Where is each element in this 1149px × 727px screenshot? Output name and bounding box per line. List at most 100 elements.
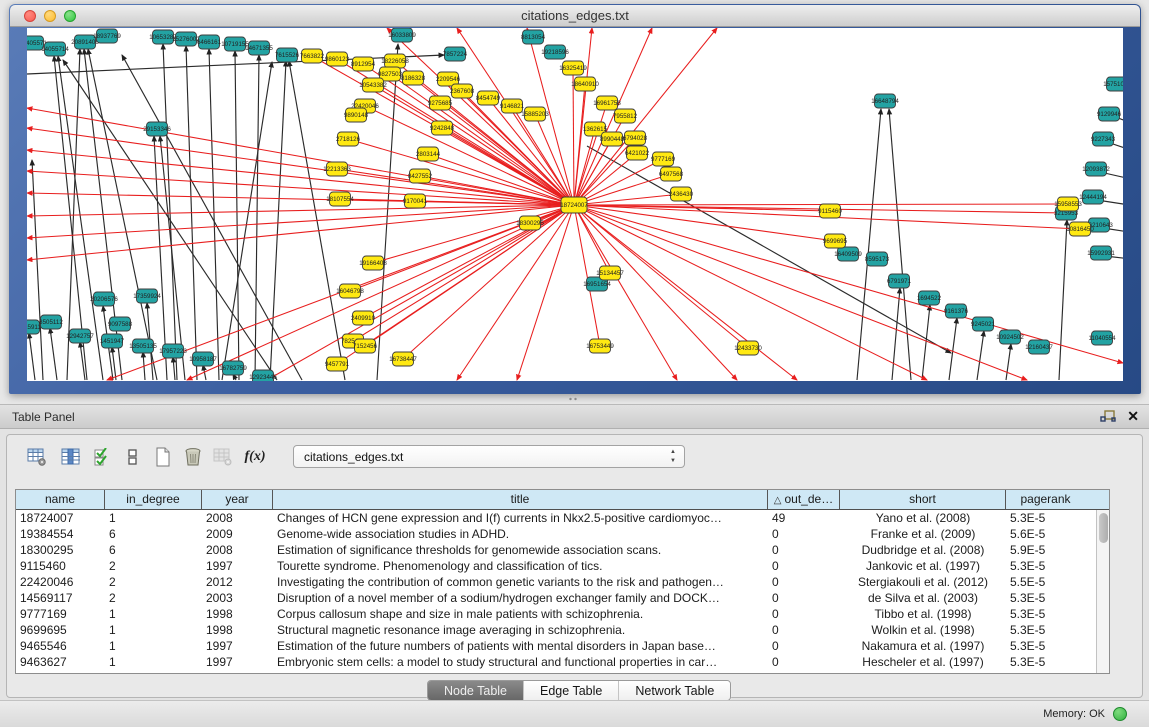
graph-node[interactable]: 9245021 bbox=[971, 317, 996, 331]
table-cell[interactable]: Tourette syndrome. Phenomenology and cla… bbox=[273, 558, 768, 574]
table-cell[interactable]: 2 bbox=[105, 590, 202, 606]
column-header-pagerank[interactable]: pagerank bbox=[1006, 490, 1085, 509]
graph-node[interactable]: 17359924 bbox=[133, 289, 161, 303]
graph-node[interactable]: 13505135 bbox=[129, 339, 157, 353]
table-cell[interactable]: 1997 bbox=[202, 638, 273, 654]
graph-node[interactable]: 7955812 bbox=[613, 109, 638, 123]
table-row[interactable]: 977716911998Corpus callosum shape and si… bbox=[16, 606, 1109, 622]
table-cell[interactable]: 9699695 bbox=[16, 622, 105, 638]
table-cell[interactable]: 1997 bbox=[202, 558, 273, 574]
table-cell[interactable]: Changes of HCN gene expression and I(f) … bbox=[273, 510, 768, 526]
table-cell[interactable]: Estimation of significance thresholds fo… bbox=[273, 542, 768, 558]
table-row[interactable]: 946362711997Embryonic stem cells: a mode… bbox=[16, 654, 1109, 670]
table-cell[interactable]: 5.3E-5 bbox=[1006, 654, 1085, 670]
table-cell[interactable]: 0 bbox=[768, 622, 840, 638]
graph-node[interactable]: 8813054 bbox=[521, 30, 546, 44]
table-cell[interactable]: 49 bbox=[768, 510, 840, 526]
graph-node[interactable]: 2803144 bbox=[416, 147, 441, 161]
table-cell[interactable]: 18724007 bbox=[16, 510, 105, 526]
graph-node[interactable]: 1451947 bbox=[100, 334, 125, 348]
table-cell[interactable]: 0 bbox=[768, 542, 840, 558]
table-cell[interactable]: 2 bbox=[105, 558, 202, 574]
panel-splitter[interactable] bbox=[0, 394, 1149, 404]
network-select[interactable]: citations_edges.txt ▲▼ bbox=[293, 445, 685, 468]
table-cell[interactable]: Yano et al. (2008) bbox=[840, 510, 1006, 526]
table-cell[interactable]: 5.3E-5 bbox=[1006, 638, 1085, 654]
graph-node[interactable]: 15958553 bbox=[1054, 197, 1082, 211]
graph-node[interactable]: 16961758 bbox=[593, 96, 621, 110]
column-header-out_de[interactable]: △out_de… bbox=[768, 490, 840, 509]
graph-node[interactable]: 16738447 bbox=[389, 352, 417, 366]
graph-node[interactable]: 8595173 bbox=[865, 252, 890, 266]
table-cell[interactable]: 5.6E-5 bbox=[1006, 526, 1085, 542]
table-cell[interactable]: 6 bbox=[105, 542, 202, 558]
graph-node[interactable]: 7857224 bbox=[443, 47, 468, 61]
graph-node[interactable]: 18937769 bbox=[93, 29, 121, 43]
graph-node[interactable]: 9129946 bbox=[1097, 107, 1122, 121]
table-cell[interactable]: 14569117 bbox=[16, 590, 105, 606]
graph-node[interactable]: 2367608 bbox=[450, 84, 475, 98]
table-cell[interactable]: 19384554 bbox=[16, 526, 105, 542]
column-header-name[interactable]: name bbox=[16, 490, 105, 509]
graph-node[interactable]: 16409509 bbox=[834, 247, 862, 261]
table-cell[interactable]: 9463627 bbox=[16, 654, 105, 670]
graph-node[interactable]: 12213363 bbox=[323, 162, 351, 176]
table-cell[interactable]: 0 bbox=[768, 638, 840, 654]
graph-node[interactable]: 6421022 bbox=[625, 146, 650, 160]
table-cell[interactable]: 0 bbox=[768, 590, 840, 606]
function-builder-icon[interactable]: f(x) bbox=[241, 443, 269, 471]
table-cell[interactable]: 18300295 bbox=[16, 542, 105, 558]
graph-node[interactable]: 8186328 bbox=[401, 71, 426, 85]
table-cell[interactable]: 2008 bbox=[202, 510, 273, 526]
table-cell[interactable]: 5.9E-5 bbox=[1006, 542, 1085, 558]
graph-node[interactable]: 8454749 bbox=[476, 91, 501, 105]
graph-node[interactable]: 9161376 bbox=[944, 304, 969, 318]
table-row[interactable]: 946554611997Estimation of the future num… bbox=[16, 638, 1109, 654]
float-panel-icon[interactable] bbox=[1100, 410, 1116, 424]
table-cell[interactable]: de Silva et al. (2003) bbox=[840, 590, 1006, 606]
graph-node[interactable]: 8427552 bbox=[408, 169, 433, 183]
table-cell[interactable]: Corpus callosum shape and size in male p… bbox=[273, 606, 768, 622]
table-cell[interactable]: Dudbridge et al. (2008) bbox=[840, 542, 1006, 558]
graph-node[interactable]: 2436430 bbox=[669, 187, 694, 201]
table-row[interactable]: 1938455462009Genome-wide association stu… bbox=[16, 526, 1109, 542]
table-cell[interactable]: 6 bbox=[105, 526, 202, 542]
graph-node[interactable]: 9457791 bbox=[325, 357, 350, 371]
graph-node[interactable]: 15134457 bbox=[596, 266, 624, 280]
graph-node[interactable]: 9699695 bbox=[823, 234, 848, 248]
table-cell[interactable]: Genome-wide association studies in ADHD. bbox=[273, 526, 768, 542]
graph-node[interactable]: 18300295 bbox=[516, 216, 544, 230]
table-cell[interactable]: Nakamura et al. (1997) bbox=[840, 638, 1006, 654]
graph-node[interactable]: 12093872 bbox=[1082, 162, 1110, 176]
graph-node[interactable]: 6497568 bbox=[659, 167, 684, 181]
table-cell[interactable]: 9777169 bbox=[16, 606, 105, 622]
table-cell[interactable]: 1 bbox=[105, 622, 202, 638]
graph-node[interactable]: 16648794 bbox=[871, 94, 899, 108]
table-cell[interactable]: Structural magnetic resonance image aver… bbox=[273, 622, 768, 638]
table-cell[interactable]: 5.5E-5 bbox=[1006, 574, 1085, 590]
graph-node[interactable]: 16033809 bbox=[388, 28, 416, 42]
table-row[interactable]: 911546021997Tourette syndrome. Phenomeno… bbox=[16, 558, 1109, 574]
graph-node[interactable]: 19166408 bbox=[359, 256, 387, 270]
table-cell[interactable]: 5.3E-5 bbox=[1006, 510, 1085, 526]
table-cell[interactable]: Franke et al. (2009) bbox=[840, 526, 1006, 542]
tab-node-table[interactable]: Node Table bbox=[428, 681, 524, 700]
graph-node[interactable]: 6791971 bbox=[887, 274, 912, 288]
graph-node[interactable]: 17957223 bbox=[159, 344, 187, 358]
table-row[interactable]: 969969511998Structural magnetic resonanc… bbox=[16, 622, 1109, 638]
graph-node[interactable]: 8505112 bbox=[39, 315, 63, 329]
graph-node[interactable]: 7615526 bbox=[275, 48, 300, 62]
graph-node[interactable]: 9777169 bbox=[651, 152, 676, 166]
delete-table-icon[interactable] bbox=[209, 443, 237, 471]
graph-node[interactable]: 14055714 bbox=[41, 42, 69, 56]
graph-node[interactable]: 8990448 bbox=[600, 132, 625, 146]
table-row[interactable]: 2242004622012Investigating the contribut… bbox=[16, 574, 1109, 590]
table-cell[interactable]: 2003 bbox=[202, 590, 273, 606]
graph-node[interactable]: 10958187 bbox=[189, 352, 217, 366]
table-cell[interactable]: Disruption of a novel member of a sodium… bbox=[273, 590, 768, 606]
table-cell[interactable]: 1 bbox=[105, 606, 202, 622]
table-row[interactable]: 1456911722003Disruption of a novel membe… bbox=[16, 590, 1109, 606]
row-height-icon[interactable] bbox=[119, 443, 147, 471]
graph-node[interactable]: 10816450 bbox=[1066, 222, 1094, 236]
graph-node[interactable]: 9115460 bbox=[818, 204, 842, 218]
